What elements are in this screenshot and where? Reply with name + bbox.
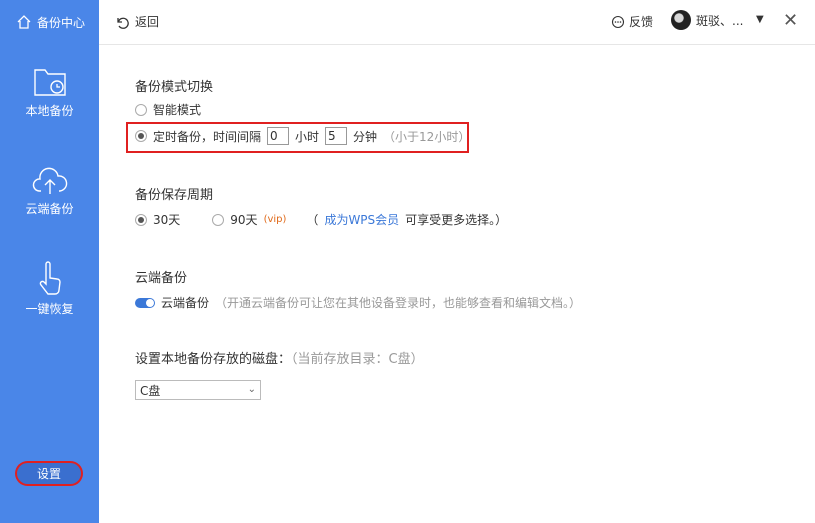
- sidebar-item-cloud-backup[interactable]: 云端备份: [0, 166, 99, 217]
- member-tail: 可享受更多选择。）: [405, 213, 508, 227]
- brand: 备份中心: [16, 12, 85, 32]
- retention-options: 30天 90天 (vip) （ 成为WPS会员 可享受更多选择。）: [135, 211, 507, 228]
- interval-hint: （小于12小时）: [383, 129, 471, 144]
- cloud-toggle-label: 云端备份: [161, 296, 210, 310]
- sidebar-item-restore[interactable]: 一键恢复: [0, 260, 99, 317]
- paren-open: （: [306, 213, 319, 227]
- feedback-label: 反馈: [629, 15, 654, 29]
- undo-icon: [117, 17, 129, 29]
- back-label: 返回: [135, 15, 160, 29]
- disk-title-row: 设置本地备份存放的磁盘：（当前存放目录：C盘）: [135, 348, 424, 367]
- retention-90-label: 90天: [230, 213, 258, 227]
- cloud-backup-toggle[interactable]: [135, 297, 155, 308]
- sidebar-item-label: 本地备份: [25, 104, 74, 118]
- timed-backup-label: 定时备份，时间间隔: [153, 129, 262, 144]
- sidebar: 备份中心 本地备份 云端备份 一键恢复 设置: [0, 0, 99, 523]
- sidebar-item-local-backup[interactable]: 本地备份: [0, 66, 99, 119]
- cloud-desc: （开通云端备份可让您在其他设备登录时，也能够查看和编辑文档。）: [215, 296, 582, 310]
- hours-unit: 小时: [295, 129, 320, 144]
- cloud-toggle-row: 云端备份 （开通云端备份可让您在其他设备登录时，也能够查看和编辑文档。）: [135, 294, 581, 311]
- chat-bubble-icon: [611, 15, 625, 28]
- retention-30-label: 30天: [153, 213, 181, 227]
- disk-title: 设置本地备份存放的磁盘：: [135, 352, 292, 367]
- disk-select-value: C盘: [140, 383, 161, 398]
- cloud-upload-icon: [32, 167, 67, 194]
- disk-current: （当前存放目录：C盘）: [291, 352, 424, 367]
- hours-input[interactable]: [267, 127, 290, 145]
- caret-down-icon[interactable]: ▼: [756, 14, 764, 25]
- member-link[interactable]: 成为WPS会员: [324, 211, 399, 228]
- user-menu[interactable]: 斑驳、...: [671, 10, 743, 30]
- home-icon: [17, 15, 31, 29]
- topbar: 返回 反馈 斑驳、... ▼ ✕: [99, 0, 815, 45]
- minutes-unit: 分钟: [353, 129, 378, 144]
- disk-select[interactable]: C盘 ⌄: [135, 380, 261, 400]
- feedback-button[interactable]: 反馈: [611, 13, 653, 30]
- chevron-down-icon: ⌄: [247, 384, 256, 395]
- retention-title: 备份保存周期: [135, 188, 214, 203]
- retention-30-radio[interactable]: [135, 213, 147, 226]
- settings-button[interactable]: 设置: [17, 463, 81, 484]
- hand-pointer-icon: [39, 261, 61, 295]
- minutes-input[interactable]: [325, 127, 348, 145]
- sidebar-item-label: 云端备份: [25, 202, 74, 216]
- folder-clock-icon: [33, 69, 66, 96]
- cloud-title: 云端备份: [135, 271, 188, 286]
- vip-tag: (vip): [263, 214, 287, 225]
- smart-mode-label: 智能模式: [153, 103, 202, 117]
- close-icon[interactable]: ✕: [783, 10, 798, 31]
- back-button[interactable]: 返回: [115, 13, 159, 30]
- avatar: [671, 10, 691, 30]
- backup-mode-title: 备份模式切换: [135, 80, 214, 95]
- brand-label: 备份中心: [37, 15, 86, 30]
- sidebar-item-label: 一键恢复: [25, 302, 74, 316]
- retention-90-radio[interactable]: [212, 213, 225, 226]
- smart-mode-option[interactable]: 智能模式: [135, 101, 201, 118]
- smart-mode-radio[interactable]: [135, 103, 147, 116]
- timed-backup-radio[interactable]: [135, 130, 147, 142]
- username: 斑驳、...: [696, 13, 744, 28]
- main-panel: 返回 反馈 斑驳、... ▼ ✕ 备份模式切换 智能模式 定时备份，时间间隔 小…: [99, 0, 815, 523]
- timed-backup-option[interactable]: 定时备份，时间间隔 小时 分钟 （小于12小时）: [135, 127, 470, 145]
